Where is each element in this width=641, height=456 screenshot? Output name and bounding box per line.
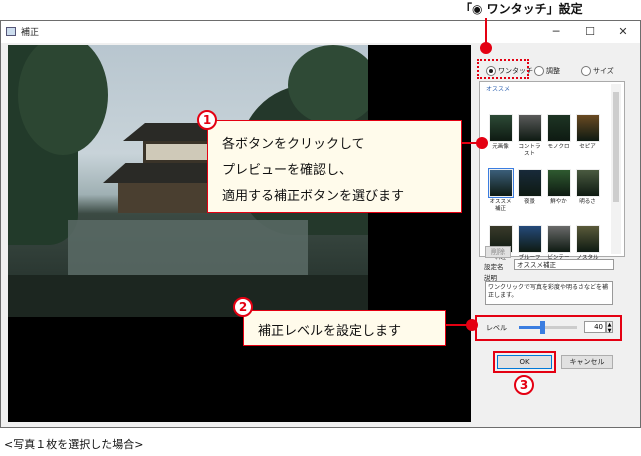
top-connector-dot (480, 42, 492, 54)
correction-thumb[interactable] (518, 114, 542, 142)
setting-desc-field: ワンクリックで写真を彩度や明るさなどを補正します。 (485, 281, 613, 305)
correction-window: 補正 ─ ☐ ✕ ワンタッチ 調整 サイズ オススメ 元画像 コントラスト モノ… (0, 20, 641, 428)
correction-thumb[interactable] (518, 225, 542, 253)
thumbs-scrollbar[interactable] (611, 84, 621, 254)
correction-thumb[interactable] (518, 169, 542, 197)
level-slider-fill (519, 326, 543, 329)
level-spinner[interactable]: ▲ ▼ (606, 321, 613, 334)
correction-thumb-label: オススメ補正 (489, 199, 512, 212)
callout-1: 各ボタンをクリックして プレビューを確認し、 適用する補正ボタンを選びます (207, 120, 462, 213)
correction-thumb[interactable] (547, 114, 571, 142)
onetouch-highlight (477, 59, 529, 79)
title-bar: 補正 ─ ☐ ✕ (1, 21, 640, 43)
correction-thumb[interactable] (547, 225, 571, 253)
level-label: レベル (486, 324, 507, 332)
correction-thumb[interactable] (489, 114, 513, 142)
callout-1-line1: 各ボタンをクリックして (222, 137, 365, 152)
correction-thumb[interactable] (488, 168, 514, 198)
setting-name-label: 設定名 (484, 263, 504, 271)
correction-thumb-label: モノクロ (547, 144, 570, 150)
caption: <写真１枚を選択した場合> (4, 438, 144, 451)
callout-1-line3: 適用する補正ボタンを選びます (222, 189, 405, 204)
level-slider-track[interactable] (519, 321, 577, 334)
correction-thumb[interactable] (576, 169, 600, 197)
correction-thumb-label: コントラスト (518, 144, 541, 157)
maximize-button[interactable]: ☐ (573, 21, 607, 43)
cancel-button[interactable]: キャンセル (561, 355, 613, 369)
minimize-button[interactable]: ─ (539, 21, 573, 43)
callout-1-line2: プレビューを確認し、 (222, 163, 353, 178)
callout-2-dot (466, 319, 478, 331)
preview-area (8, 45, 471, 422)
radio-adjust-label: 調整 (546, 67, 560, 75)
radio-size-label: サイズ (593, 67, 614, 75)
callout-2: 補正レベルを設定します (243, 310, 446, 346)
correction-thumb-label: 元画像 (492, 144, 509, 150)
scrollbar-thumb[interactable] (613, 92, 619, 202)
callout-1-number: 1 (197, 110, 217, 130)
radio-size-dot (581, 66, 591, 76)
top-annotation: 「◉ ワンタッチ」設定 (460, 2, 583, 16)
callout-1-dot (476, 137, 488, 149)
window-title: 補正 (21, 28, 40, 38)
radio-adjust[interactable]: 調整 (534, 66, 560, 76)
correction-thumb[interactable] (576, 225, 600, 253)
correction-thumb-label: 夜景 (523, 199, 535, 205)
correction-thumb[interactable] (576, 114, 600, 142)
setting-name-field[interactable]: オススメ補正 (514, 259, 614, 270)
ok-button[interactable]: OK (497, 355, 552, 369)
level-slider-thumb[interactable] (540, 321, 546, 334)
correction-thumb-label: 明るさ (579, 199, 596, 205)
radio-size[interactable]: サイズ (581, 66, 614, 76)
callout-3-number: 3 (514, 375, 534, 395)
correction-thumb-label: 鮮やか (550, 199, 567, 205)
close-button[interactable]: ✕ (606, 21, 640, 43)
thumbs-group-label: オススメ (486, 86, 511, 93)
app-icon (6, 27, 16, 36)
correction-thumb[interactable] (547, 169, 571, 197)
correction-thumb-label: セピア (579, 144, 596, 150)
level-value-input[interactable]: 40 (584, 321, 606, 333)
delete-button[interactable]: 削除 (485, 246, 511, 258)
callout-2-number: 2 (233, 297, 253, 317)
radio-adjust-dot (534, 66, 544, 76)
callout-2-text: 補正レベルを設定します (258, 324, 402, 339)
